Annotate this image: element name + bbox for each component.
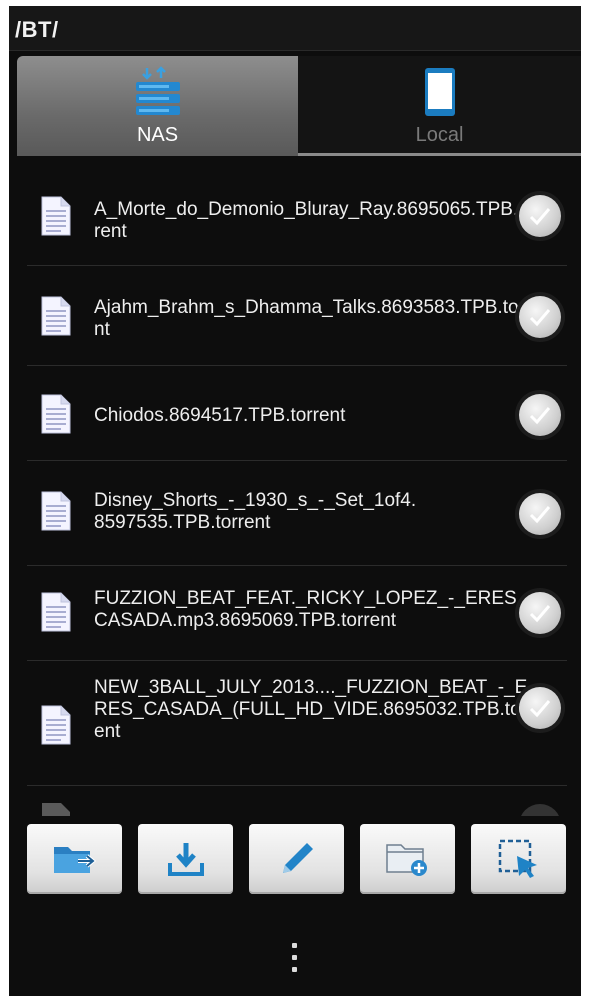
move-button[interactable] [27,824,122,894]
file-icon [41,705,71,745]
file-name: Ajahm_Brahm_s_Dhamma_Talks.8693583.TPB.t… [94,297,542,340]
tab-nas-label: NAS [136,124,179,146]
download-icon [167,843,204,876]
file-name: A_Morte_do_Demonio_Bluray_Ray.8695065.TP… [94,199,541,242]
check-icon[interactable] [519,394,561,436]
file-icon [41,196,71,236]
file-icon [41,491,71,531]
list-item[interactable]: A_Morte_do_Demonio_Bluray_Ray.8695065.TP… [27,166,567,266]
phone-icon [423,66,457,123]
list-item[interactable]: NEW_3BALL_JULY_2013...._FUZZION_BEAT_-_E… [27,661,567,786]
file-icon [42,803,70,816]
list-item[interactable]: FUZZION_BEAT_FEAT._RICKY_LOPEZ_-_ERES_CA… [27,566,567,661]
file-name: Chiodos.8694517.TPB.torrent [94,405,346,426]
app-screen: /BT/ NAS Local A_Morte_do_Demonio_Bluray… [9,6,581,996]
overflow-menu-icon[interactable] [286,943,302,983]
file-list[interactable]: A_Morte_do_Demonio_Bluray_Ray.8695065.TP… [27,166,567,816]
list-item[interactable] [27,786,567,816]
action-toolbar [27,824,567,899]
tab-nas[interactable]: NAS [17,56,298,156]
check-icon[interactable] [519,592,561,634]
check-icon[interactable] [519,195,561,237]
edit-pen-icon [282,843,313,873]
current-path: /BT/ [15,17,59,42]
file-icon [41,592,71,632]
source-tabs: NAS Local [17,56,581,156]
nas-icon [133,66,183,123]
select-button[interactable] [471,824,566,894]
list-item[interactable]: Ajahm_Brahm_s_Dhamma_Talks.8693583.TPB.t… [27,266,567,366]
file-icon [41,394,71,434]
file-name: FUZZION_BEAT_FEAT._RICKY_LOPEZ_-_ERES_CA… [94,588,528,631]
list-item[interactable]: Chiodos.8694517.TPB.torrent [27,366,567,461]
new-folder-icon [385,844,427,876]
download-button[interactable] [138,824,233,894]
select-icon [498,839,537,878]
rename-button[interactable] [249,824,344,894]
check-icon[interactable] [519,804,561,816]
file-name: Disney_Shorts_-_1930_s_-_Set_1of4.859753… [94,490,417,533]
tab-local[interactable]: Local [298,56,581,156]
new-folder-button[interactable] [360,824,455,894]
check-icon[interactable] [519,687,561,729]
title-bar: /BT/ [9,6,581,51]
check-icon[interactable] [519,493,561,535]
file-icon [41,296,71,336]
file-name: NEW_3BALL_JULY_2013...._FUZZION_BEAT_-_E… [94,677,534,742]
list-item[interactable]: Disney_Shorts_-_1930_s_-_Set_1of4.859753… [27,461,567,566]
move-folder-icon [53,847,96,873]
check-icon[interactable] [519,296,561,338]
tab-local-label: Local [415,124,464,146]
